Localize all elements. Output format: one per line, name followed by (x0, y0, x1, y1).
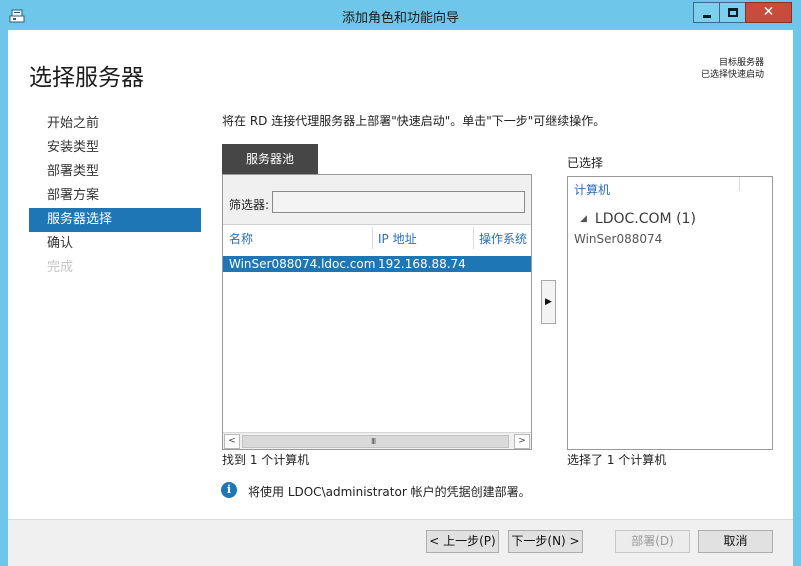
group-ldoc[interactable]: ◢ LDOC.COM (1) (580, 211, 696, 227)
expand-triangle-icon[interactable]: ◢ (580, 214, 587, 224)
maximize-icon (728, 8, 738, 17)
previous-button[interactable]: < 上一步(P) (426, 530, 499, 553)
selected-count-text: 选择了 1 个计算机 (567, 453, 667, 467)
nav-item-deployment-type[interactable]: 部署类型 (29, 160, 201, 184)
column-header-os[interactable]: 操作系统 (479, 230, 527, 247)
maximize-button[interactable] (719, 2, 745, 23)
row-ip-cell: 192.168.88.74 (378, 257, 466, 271)
next-button[interactable]: 下一步(N) > (508, 530, 583, 553)
minimize-button[interactable] (693, 2, 719, 23)
info-icon: i (221, 482, 237, 498)
wizard-steps-nav: 开始之前 安装类型 部署类型 部署方案 服务器选择 确认 完成 (29, 112, 201, 280)
row-name-cell: WinSer088074.ldoc.com (229, 257, 376, 271)
destination-server-label: 目标服务器 (718, 58, 764, 68)
column-divider[interactable] (473, 227, 474, 249)
cancel-button[interactable]: 取消 (698, 530, 773, 553)
nav-item-installation-type[interactable]: 安装类型 (29, 136, 201, 160)
window-title: 添加角色和功能向导 (341, 11, 459, 26)
horizontal-scrollbar[interactable]: < III > (223, 432, 531, 449)
selected-title: 已选择 (567, 156, 604, 170)
minimize-icon (703, 15, 711, 18)
title-bar: 添加角色和功能向导 ✕ (0, 0, 801, 30)
filter-input[interactable] (272, 191, 525, 213)
scroll-left-button[interactable]: < (224, 434, 240, 449)
instruction-text: 将在 RD 连接代理服务器上部署"快速启动"。单击"下一步"可继续操作。 (222, 114, 606, 128)
column-divider[interactable] (372, 227, 373, 249)
group-label: LDOC.COM (1) (594, 211, 696, 227)
selected-column-header[interactable]: 计算机 (574, 181, 610, 198)
column-divider (739, 177, 740, 191)
nav-item-completion: 完成 (47, 260, 74, 275)
close-icon: ✕ (762, 4, 775, 20)
wizard-footer: < 上一步(P) 下一步(N) > 部署(D) 取消 (8, 519, 793, 566)
close-button[interactable]: ✕ (745, 2, 792, 23)
credentials-info-text: 将使用 LDOC\administrator 帐户的凭据创建部署。 (248, 485, 531, 499)
wizard-client-area: 选择服务器 目标服务器 已选择快速启动 开始之前 安装类型 部署类型 部署方案 … (8, 30, 793, 566)
selected-list: 计算机 ◢ LDOC.COM (1) WinSer088074 (567, 176, 773, 450)
filter-row: 筛选器: (223, 175, 531, 225)
tab-server-pool[interactable]: 服务器池 (222, 144, 318, 174)
nav-item-before-you-begin[interactable]: 开始之前 (29, 112, 201, 136)
found-count-text: 找到 1 个计算机 (222, 453, 310, 467)
nav-item-server-selection[interactable]: 服务器选择 (29, 208, 201, 232)
destination-server-value: 已选择快速启动 (700, 70, 764, 80)
nav-item-confirmation[interactable]: 确认 (29, 232, 201, 256)
table-row[interactable]: WinSer088074.ldoc.com 192.168.88.74 (223, 256, 531, 272)
scroll-right-button[interactable]: > (514, 434, 530, 449)
filter-label: 筛选器: (229, 198, 270, 212)
column-header-row: 名称 IP 地址 操作系统 (223, 227, 531, 249)
add-to-selected-button[interactable]: ▶ (541, 280, 556, 324)
nav-item-deployment-scenario[interactable]: 部署方案 (29, 184, 201, 208)
column-header-ip[interactable]: IP 地址 (378, 230, 417, 247)
scroll-grip-icon: III (371, 437, 376, 446)
list-item[interactable]: WinSer088074 (574, 232, 662, 246)
column-header-name[interactable]: 名称 (229, 230, 253, 247)
destination-server-info: 目标服务器 已选择快速启动 (701, 57, 764, 81)
scroll-thumb[interactable]: III (242, 435, 509, 448)
server-pool-list: 筛选器: 名称 IP 地址 操作系统 WinSer088074.ldoc.com… (222, 174, 532, 450)
page-title: 选择服务器 (29, 65, 144, 91)
deploy-button: 部署(D) (615, 530, 690, 553)
